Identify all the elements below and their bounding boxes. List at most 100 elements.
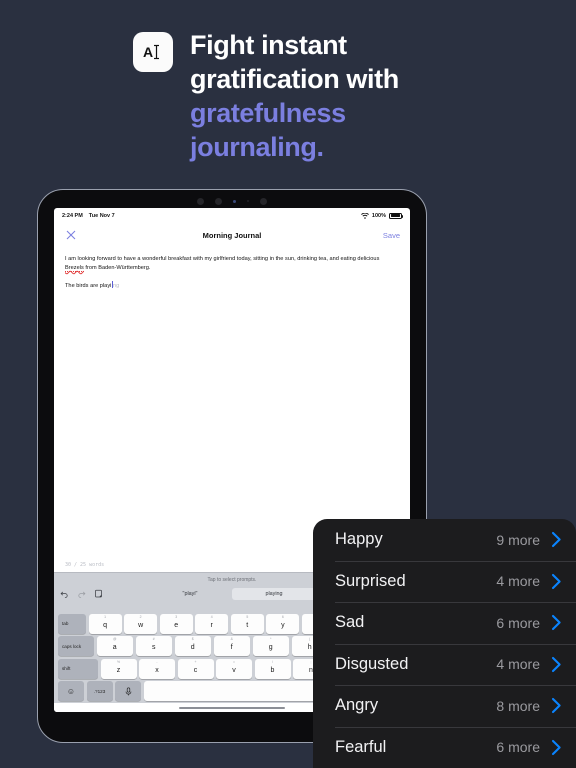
headline-accent-2: journaling. xyxy=(190,132,324,163)
key-q-num: 1 xyxy=(104,614,106,619)
inline-autocomplete-ghost: ng xyxy=(113,283,120,290)
key-g-letter: g xyxy=(268,644,273,651)
battery-percent: 100% xyxy=(371,212,386,219)
key-e[interactable]: 3e xyxy=(159,613,193,634)
emotion-row-fearful[interactable]: Fearful 6 more xyxy=(313,726,576,768)
page-title: Fight instant gratification with gratefu… xyxy=(190,28,399,164)
clipboard-paste-icon[interactable] xyxy=(94,589,103,598)
key-v-num: = xyxy=(233,659,235,664)
key-c-letter: c xyxy=(193,666,198,674)
status-date: Tue Nov 7 xyxy=(88,212,115,219)
emotion-name: Angry xyxy=(335,696,379,715)
key-caps-label: caps lock xyxy=(62,643,82,649)
key-emoji[interactable]: ☺ xyxy=(58,681,84,701)
key-b-num: / xyxy=(272,659,273,664)
key-f-num: & xyxy=(230,637,233,641)
emotion-picker-panel: Happy 9 more Surprised 4 more Sad 6 more… xyxy=(313,519,576,768)
ai-text-cursor-icon: A xyxy=(133,32,173,72)
status-bar: 2:24 PM Tue Nov 7 100% xyxy=(54,208,410,223)
key-d-num: $ xyxy=(191,637,194,641)
emotion-row-surprised[interactable]: Surprised 4 more xyxy=(313,560,576,603)
key-r[interactable]: 4r xyxy=(195,613,229,634)
key-a-letter: a xyxy=(112,644,117,651)
journal-paragraph-2: The birds are playi ng xyxy=(65,281,399,291)
key-w-num: 2 xyxy=(139,614,142,619)
suggestion-literal[interactable]: "playi" xyxy=(148,588,232,600)
emotion-row-disgusted[interactable]: Disgusted 4 more xyxy=(313,643,576,686)
journal-text-editor[interactable]: I am looking forward to have a wonderful… xyxy=(54,247,410,562)
undo-arrow-icon[interactable] xyxy=(60,589,69,598)
key-numeric-switch[interactable]: .?123 xyxy=(86,681,113,701)
chevron-right-icon xyxy=(551,615,561,631)
key-y-num: 6 xyxy=(281,614,284,619)
key-x[interactable]: -x xyxy=(139,658,175,679)
key-tab-label: tab xyxy=(62,621,69,626)
key-numeric-label: .?123 xyxy=(93,688,106,694)
key-t-letter: t xyxy=(246,621,249,629)
key-t[interactable]: 5t xyxy=(230,613,264,634)
key-s-letter: s xyxy=(152,644,156,651)
redo-arrow-icon[interactable] xyxy=(77,589,86,598)
indicator-led xyxy=(233,199,236,203)
status-time: 2:24 PM xyxy=(62,212,83,219)
key-w[interactable]: 2w xyxy=(124,613,158,634)
key-e-letter: e xyxy=(174,621,179,629)
key-q[interactable]: 1q xyxy=(88,613,122,634)
key-q-letter: q xyxy=(103,621,107,629)
paragraph-1-tail: from Baden-Württemberg. xyxy=(83,265,151,272)
key-dictation[interactable] xyxy=(115,681,141,701)
sensor-dot-small xyxy=(247,200,249,202)
sensor-dot xyxy=(215,197,222,205)
key-v[interactable]: = v xyxy=(216,658,252,679)
key-s[interactable]: # s xyxy=(135,636,172,656)
key-v-letter: v xyxy=(232,666,236,674)
emotion-count: 9 more xyxy=(496,531,540,548)
save-button[interactable]: Save xyxy=(383,231,400,240)
paragraph-1-text: I am looking forward to have a wonderful… xyxy=(65,256,380,262)
key-f-letter: f xyxy=(230,644,233,651)
wifi-icon xyxy=(360,212,369,219)
key-b-letter: b xyxy=(270,666,275,674)
key-shift-label: shift xyxy=(62,666,71,671)
journal-title: Morning Journal xyxy=(202,230,262,240)
key-g[interactable]: * g xyxy=(252,636,289,656)
key-s-num: # xyxy=(152,637,155,641)
key-z[interactable]: % z xyxy=(100,658,137,679)
key-t-num: 5 xyxy=(246,614,249,619)
emotion-count: 8 more xyxy=(496,697,540,714)
emotion-row-happy[interactable]: Happy 9 more xyxy=(313,519,576,561)
key-b[interactable]: / b xyxy=(254,658,291,679)
key-r-num: 4 xyxy=(210,614,213,619)
emotion-row-sad[interactable]: Sad 6 more xyxy=(313,602,576,644)
key-g-num: * xyxy=(270,637,272,641)
key-d[interactable]: $ d xyxy=(174,636,211,656)
key-a-num: @ xyxy=(113,637,117,641)
key-y[interactable]: 6y xyxy=(266,613,300,634)
key-w-letter: w xyxy=(138,621,144,629)
marketing-header: A Fight instant gratification with grate… xyxy=(133,28,556,164)
emotion-row-angry[interactable]: Angry 8 more xyxy=(313,685,576,727)
emotion-name: Surprised xyxy=(335,571,406,590)
journal-paragraph-1: I am looking forward to have a wonderful… xyxy=(65,255,399,273)
key-caps-lock[interactable]: caps lock xyxy=(58,636,94,656)
suggestion-predicted[interactable]: playing xyxy=(232,587,316,600)
emotion-count: 6 more xyxy=(496,614,540,631)
key-x-num: - xyxy=(156,659,158,664)
key-tab[interactable]: tab xyxy=(58,613,86,634)
key-c[interactable]: + c xyxy=(177,658,214,679)
key-f[interactable]: & f xyxy=(213,636,250,656)
emotion-name: Disgusted xyxy=(335,654,409,673)
key-y-letter: y xyxy=(281,621,285,629)
emoji-smiley-icon: ☺ xyxy=(66,686,76,696)
key-x-letter: x xyxy=(155,666,159,674)
key-a[interactable]: @ a xyxy=(96,636,133,656)
chevron-right-icon xyxy=(551,739,561,755)
key-z-num: % xyxy=(116,659,120,664)
front-sensor-array xyxy=(38,196,426,206)
key-shift[interactable]: shift xyxy=(58,658,98,679)
key-r-letter: r xyxy=(210,621,213,629)
camera-dot xyxy=(197,197,204,205)
microphone-icon xyxy=(125,686,131,695)
headline-line-1: Fight instant xyxy=(190,30,347,60)
headline-accent-1: gratefulness xyxy=(190,98,346,129)
